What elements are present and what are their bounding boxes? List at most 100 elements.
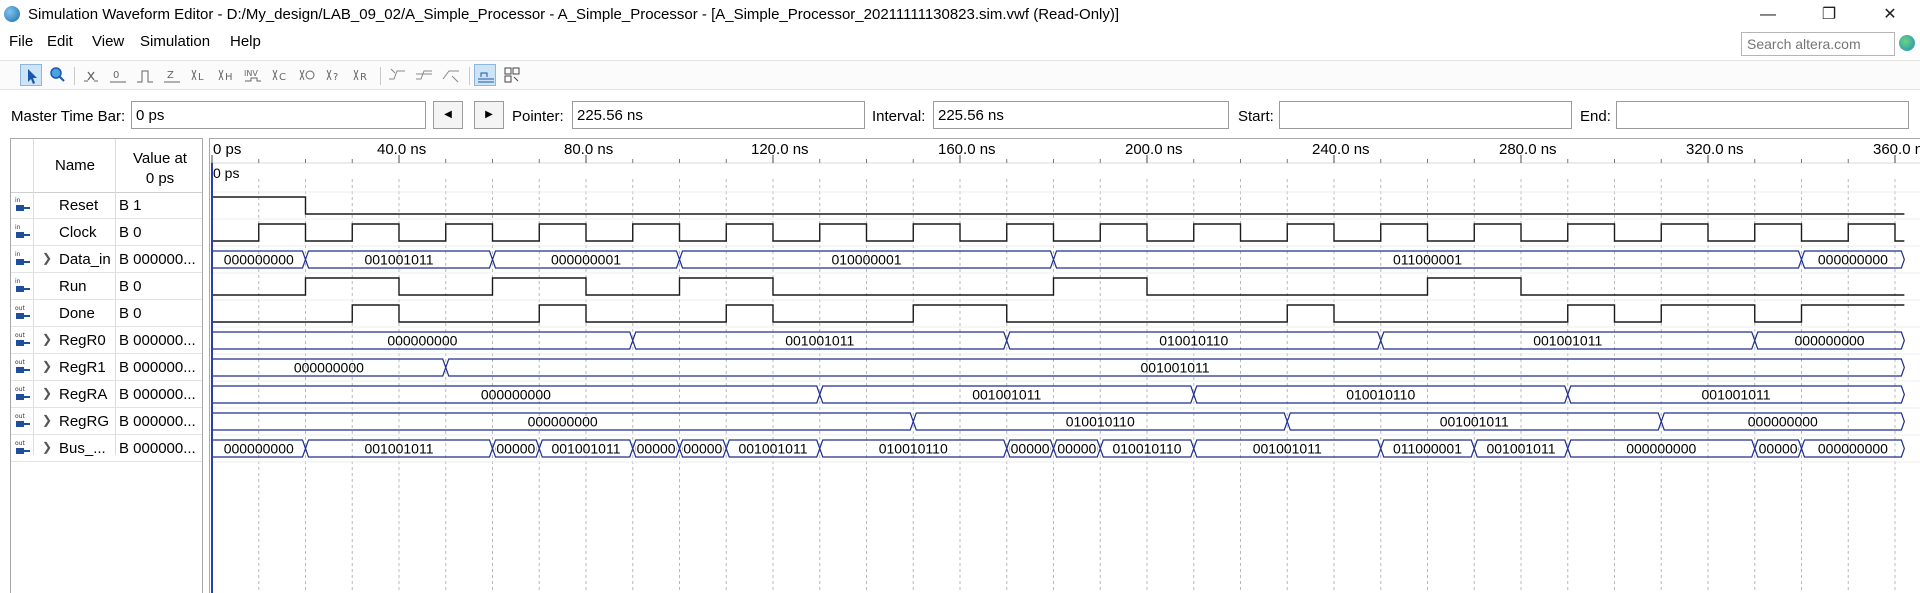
restore-button[interactable]: ❐ — [1806, 2, 1852, 28]
signal-value: B 1 — [119, 197, 142, 214]
signal-row[interactable]: in Reset B 1 — [11, 192, 202, 219]
signal-row[interactable]: in Run B 0 — [11, 273, 202, 300]
group-transition-icon[interactable] — [413, 64, 435, 86]
arbitrary-value-icon[interactable]: R — [350, 64, 372, 86]
bus-value-label: 000000000 — [1818, 441, 1888, 457]
close-button[interactable]: ✕ — [1867, 2, 1913, 28]
bus-value-label: 010000001 — [1743, 441, 1813, 457]
signal-row[interactable]: in Clock B 0 — [11, 219, 202, 246]
previous-transition-button[interactable]: ◀ — [433, 101, 463, 129]
force-high-impedance-icon[interactable]: Z — [161, 64, 183, 86]
end-field[interactable] — [1616, 101, 1909, 129]
menu-simulation[interactable]: Simulation — [140, 33, 210, 50]
pin-direction-label: in — [15, 278, 21, 285]
bus-value-label: 000000001 — [481, 441, 551, 457]
signal-value: B 000000... — [119, 440, 196, 457]
menu-help[interactable]: Help — [230, 33, 261, 50]
force-unknown-icon[interactable] — [80, 64, 102, 86]
svg-text:INV: INV — [244, 69, 258, 78]
count-value-icon[interactable]: C — [269, 64, 291, 86]
signal-row[interactable]: out ❯ RegRG B 000000... — [11, 408, 202, 435]
bus-value-label: 001001011 — [1533, 333, 1602, 349]
bus-value-label: 000000000 — [387, 333, 457, 349]
bus-value-label: 000000000 — [224, 441, 294, 457]
input-pin-icon: in — [14, 195, 32, 215]
bus-value-label: 011000001 — [1393, 441, 1462, 457]
pin-direction-label: out — [15, 305, 25, 312]
output-pin-icon: out — [14, 330, 32, 350]
signal-name: Data_in — [59, 251, 111, 268]
value-column-header[interactable]: Value at 0 ps — [119, 149, 201, 189]
name-column-header[interactable]: Name — [35, 157, 115, 174]
expand-chevron-icon[interactable]: ❯ — [42, 251, 52, 265]
random-values-icon[interactable]: ? — [323, 64, 345, 86]
pin-direction-label: in — [15, 224, 21, 231]
bus-value-label: 001001011 — [1440, 414, 1509, 430]
selection-tool-icon[interactable] — [20, 64, 42, 86]
weak-high-icon[interactable]: H — [215, 64, 237, 86]
force-high-icon[interactable] — [134, 64, 156, 86]
expand-chevron-icon[interactable]: ❯ — [42, 440, 52, 454]
ruler-label: 240.0 ns — [1312, 141, 1370, 158]
menu-file[interactable]: File — [9, 33, 33, 50]
bit-waveform — [212, 196, 1905, 215]
pointer-field[interactable] — [572, 101, 865, 129]
minimize-button[interactable]: — — [1745, 2, 1791, 28]
signal-row[interactable]: out Done B 0 — [11, 300, 202, 327]
search-input[interactable] — [1741, 32, 1895, 56]
expand-chevron-icon[interactable]: ❯ — [42, 332, 52, 346]
signal-row[interactable]: out ❯ RegR0 B 000000... — [11, 327, 202, 354]
expand-chevron-icon[interactable]: ❯ — [42, 413, 52, 427]
start-field[interactable] — [1279, 101, 1572, 129]
expand-chevron-icon[interactable]: ❯ — [42, 386, 52, 400]
svg-text:L: L — [198, 72, 204, 83]
signal-name: Bus_... — [59, 440, 106, 457]
master-time-bar-field[interactable] — [131, 101, 426, 129]
bit-waveform — [212, 277, 1905, 296]
force-low-icon[interactable]: 0 — [107, 64, 129, 86]
toolbar-separator — [469, 67, 470, 85]
invert-icon[interactable]: INV — [242, 64, 264, 86]
waveform-panel[interactable]: 0 ps 40.0 ns 80.0 ns 120.0 ns 160.0 ns 200.0 … — [209, 138, 1920, 593]
signal-row[interactable]: out ❯ RegRA B 000000... — [11, 381, 202, 408]
ruler-label: 0 ps — [213, 141, 241, 158]
start-label: Start: — [1238, 108, 1274, 125]
master-time-bar-label: Master Time Bar: — [11, 108, 126, 125]
menu-view[interactable]: View — [92, 33, 124, 50]
expand-chevron-icon[interactable]: ❯ — [42, 359, 52, 373]
signal-name: Reset — [59, 197, 99, 214]
grid-settings-icon[interactable] — [501, 64, 523, 86]
snap-transition-icon[interactable] — [386, 64, 408, 86]
next-transition-button[interactable]: ▶ — [474, 101, 504, 129]
globe-icon[interactable] — [1899, 35, 1915, 51]
snap-to-grid-icon[interactable] — [474, 64, 496, 86]
menu-edit[interactable]: Edit — [47, 33, 73, 50]
zoom-tool-icon[interactable] — [46, 64, 68, 86]
overwrite-clock-icon[interactable] — [296, 64, 318, 86]
signal-value: B 0 — [119, 305, 142, 322]
signal-name: Done — [59, 305, 95, 322]
signal-row[interactable]: in ❯ Data_in B 000000... — [11, 246, 202, 273]
ungroup-icon[interactable] — [440, 64, 462, 86]
signal-row[interactable]: out ❯ RegR1 B 000000... — [11, 354, 202, 381]
bus-value-label: 010010110 — [1066, 414, 1135, 430]
signal-value: B 000000... — [119, 359, 196, 376]
toolbar: 0 Z L H INV C ? R — [0, 60, 1920, 90]
interval-label: Interval: — [872, 108, 926, 125]
bus-value-label: 000000001 — [551, 252, 621, 268]
interval-field[interactable] — [933, 101, 1229, 129]
bus-value-label: 010000001 — [831, 252, 901, 268]
bus-value-label: 000000001 — [668, 441, 738, 457]
ruler-label: 280.0 ns — [1499, 141, 1557, 158]
menu-bar: File Edit View Simulation Help — [0, 30, 1920, 54]
bus-value-label: 010010110 — [1346, 387, 1415, 403]
bus-value-label: 010010110 — [1112, 441, 1181, 457]
bus-value-label: 001001011 — [1141, 360, 1210, 376]
pin-direction-label: out — [15, 359, 25, 366]
bus-value-label: 001001011 — [972, 387, 1041, 403]
toolbar-separator — [380, 67, 381, 85]
weak-low-icon[interactable]: L — [188, 64, 210, 86]
waveform-canvas[interactable]: 0 ps 40.0 ns 80.0 ns 120.0 ns 160.0 ns 200.0 … — [210, 139, 1920, 593]
signal-value: B 000000... — [119, 386, 196, 403]
signal-row[interactable]: out ❯ Bus_... B 000000... — [11, 435, 202, 462]
